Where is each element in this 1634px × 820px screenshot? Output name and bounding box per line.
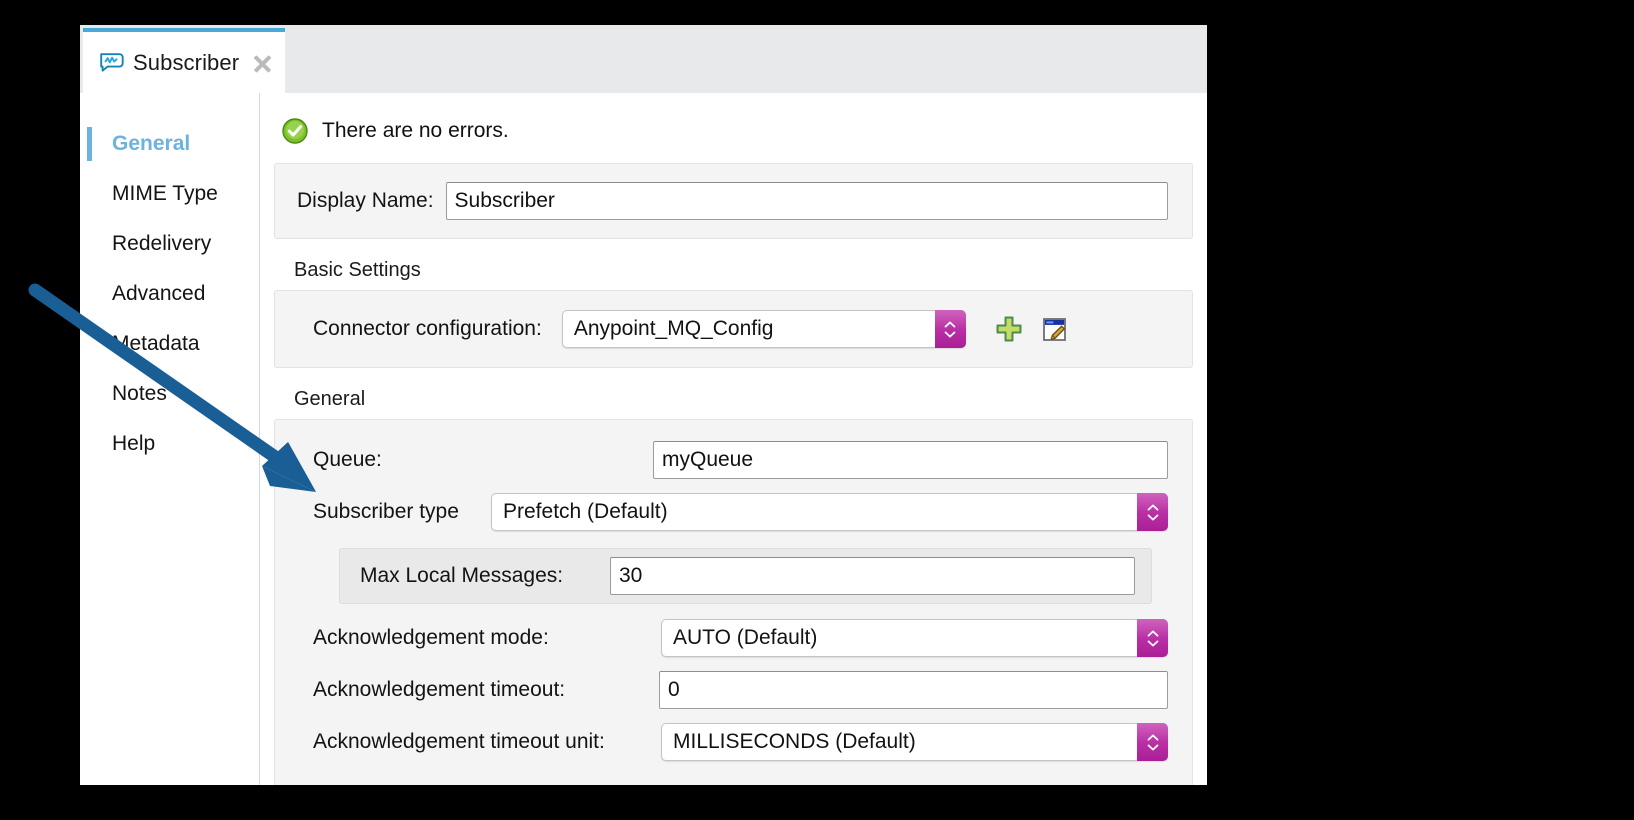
sidebar-item-label: General <box>112 132 190 156</box>
editor-tab-bar: Subscriber <box>80 25 1207 93</box>
acknowledgement-mode-label: Acknowledgement mode: <box>313 626 661 650</box>
acknowledgement-mode-row: Acknowledgement mode: AUTO (Default) <box>313 612 1168 664</box>
stepper-buttons[interactable] <box>1137 493 1168 531</box>
edit-icon <box>1040 314 1070 344</box>
max-local-messages-label: Max Local Messages: <box>360 564 610 588</box>
sidebar-item-label: MIME Type <box>112 182 218 206</box>
subscriber-type-label: Subscriber type <box>313 500 491 524</box>
connector-configuration-label: Connector configuration: <box>313 317 542 341</box>
sidebar-item-notes[interactable]: Notes <box>80 369 259 419</box>
subscriber-type-value: Prefetch (Default) <box>492 500 668 524</box>
chevron-up-icon <box>944 321 956 328</box>
acknowledgement-timeout-unit-label: Acknowledgement timeout unit: <box>313 730 661 754</box>
acknowledgement-mode-value: AUTO (Default) <box>662 626 817 650</box>
tab-label: Subscriber <box>133 50 239 76</box>
chevron-up-icon <box>1147 734 1159 741</box>
tab-subscriber[interactable]: Subscriber <box>83 28 285 93</box>
success-check-icon <box>282 118 308 144</box>
sidebar-item-label: Advanced <box>112 282 205 306</box>
subscriber-editor-window: Subscriber General MIME Type Redelivery … <box>80 25 1207 785</box>
sidebar-item-label: Notes <box>112 382 167 406</box>
acknowledgement-timeout-input[interactable] <box>659 671 1168 709</box>
stepper-buttons[interactable] <box>1137 619 1168 657</box>
max-local-messages-panel: Max Local Messages: <box>339 548 1152 604</box>
display-name-label: Display Name: <box>297 189 434 213</box>
chevron-down-icon <box>1147 744 1159 751</box>
general-panel: Queue: Subscriber type Prefetch (Default… <box>274 419 1193 785</box>
sidebar-item-redelivery[interactable]: Redelivery <box>80 219 259 269</box>
editor-content: There are no errors. Display Name: Basic… <box>260 93 1207 785</box>
close-icon[interactable] <box>251 52 273 74</box>
sidebar-item-mime-type[interactable]: MIME Type <box>80 169 259 219</box>
chevron-down-icon <box>1147 640 1159 647</box>
chevron-up-icon <box>1147 504 1159 511</box>
sidebar-item-general[interactable]: General <box>80 119 259 169</box>
sidebar-item-label: Redelivery <box>112 232 211 256</box>
stepper-buttons[interactable] <box>1137 723 1168 761</box>
general-title: General <box>294 388 1193 411</box>
acknowledgement-timeout-unit-select[interactable]: MILLISECONDS (Default) <box>661 723 1168 761</box>
chevron-down-icon <box>944 331 956 338</box>
add-configuration-button[interactable] <box>992 312 1026 346</box>
status-text: There are no errors. <box>322 119 509 143</box>
plus-icon <box>994 314 1024 344</box>
sidebar-item-advanced[interactable]: Advanced <box>80 269 259 319</box>
screenshot-root: Subscriber General MIME Type Redelivery … <box>0 0 1634 820</box>
queue-row: Queue: <box>313 434 1168 486</box>
queue-input[interactable] <box>653 441 1168 479</box>
display-name-input[interactable] <box>446 182 1168 220</box>
subscriber-type-row: Subscriber type Prefetch (Default) <box>313 486 1168 538</box>
queue-label: Queue: <box>313 448 653 472</box>
display-name-panel: Display Name: <box>274 163 1193 239</box>
stepper-buttons[interactable] <box>935 310 966 348</box>
connector-configuration-select[interactable]: Anypoint_MQ_Config <box>562 310 966 348</box>
sidebar-item-label: Metadata <box>112 332 200 356</box>
sidebar-item-metadata[interactable]: Metadata <box>80 319 259 369</box>
basic-settings-panel: Connector configuration: Anypoint_MQ_Con… <box>274 290 1193 368</box>
max-local-messages-input[interactable] <box>610 557 1135 595</box>
anypoint-mq-icon <box>99 51 125 75</box>
sidebar-item-help[interactable]: Help <box>80 419 259 469</box>
editor-sidebar: General MIME Type Redelivery Advanced Me… <box>80 93 260 785</box>
acknowledgement-timeout-row: Acknowledgement timeout: <box>313 664 1168 716</box>
validation-status: There are no errors. <box>274 111 1193 151</box>
chevron-down-icon <box>1147 514 1159 521</box>
acknowledgement-mode-select[interactable]: AUTO (Default) <box>661 619 1168 657</box>
acknowledgement-timeout-unit-value: MILLISECONDS (Default) <box>662 730 916 754</box>
edit-configuration-button[interactable] <box>1038 312 1072 346</box>
acknowledgement-timeout-label: Acknowledgement timeout: <box>313 678 659 702</box>
subscriber-type-select[interactable]: Prefetch (Default) <box>491 493 1168 531</box>
chevron-up-icon <box>1147 630 1159 637</box>
acknowledgement-timeout-unit-row: Acknowledgement timeout unit: MILLISECON… <box>313 716 1168 768</box>
sidebar-item-label: Help <box>112 432 155 456</box>
basic-settings-title: Basic Settings <box>294 259 1193 282</box>
connector-configuration-value: Anypoint_MQ_Config <box>563 317 774 341</box>
editor-body: General MIME Type Redelivery Advanced Me… <box>80 93 1207 785</box>
